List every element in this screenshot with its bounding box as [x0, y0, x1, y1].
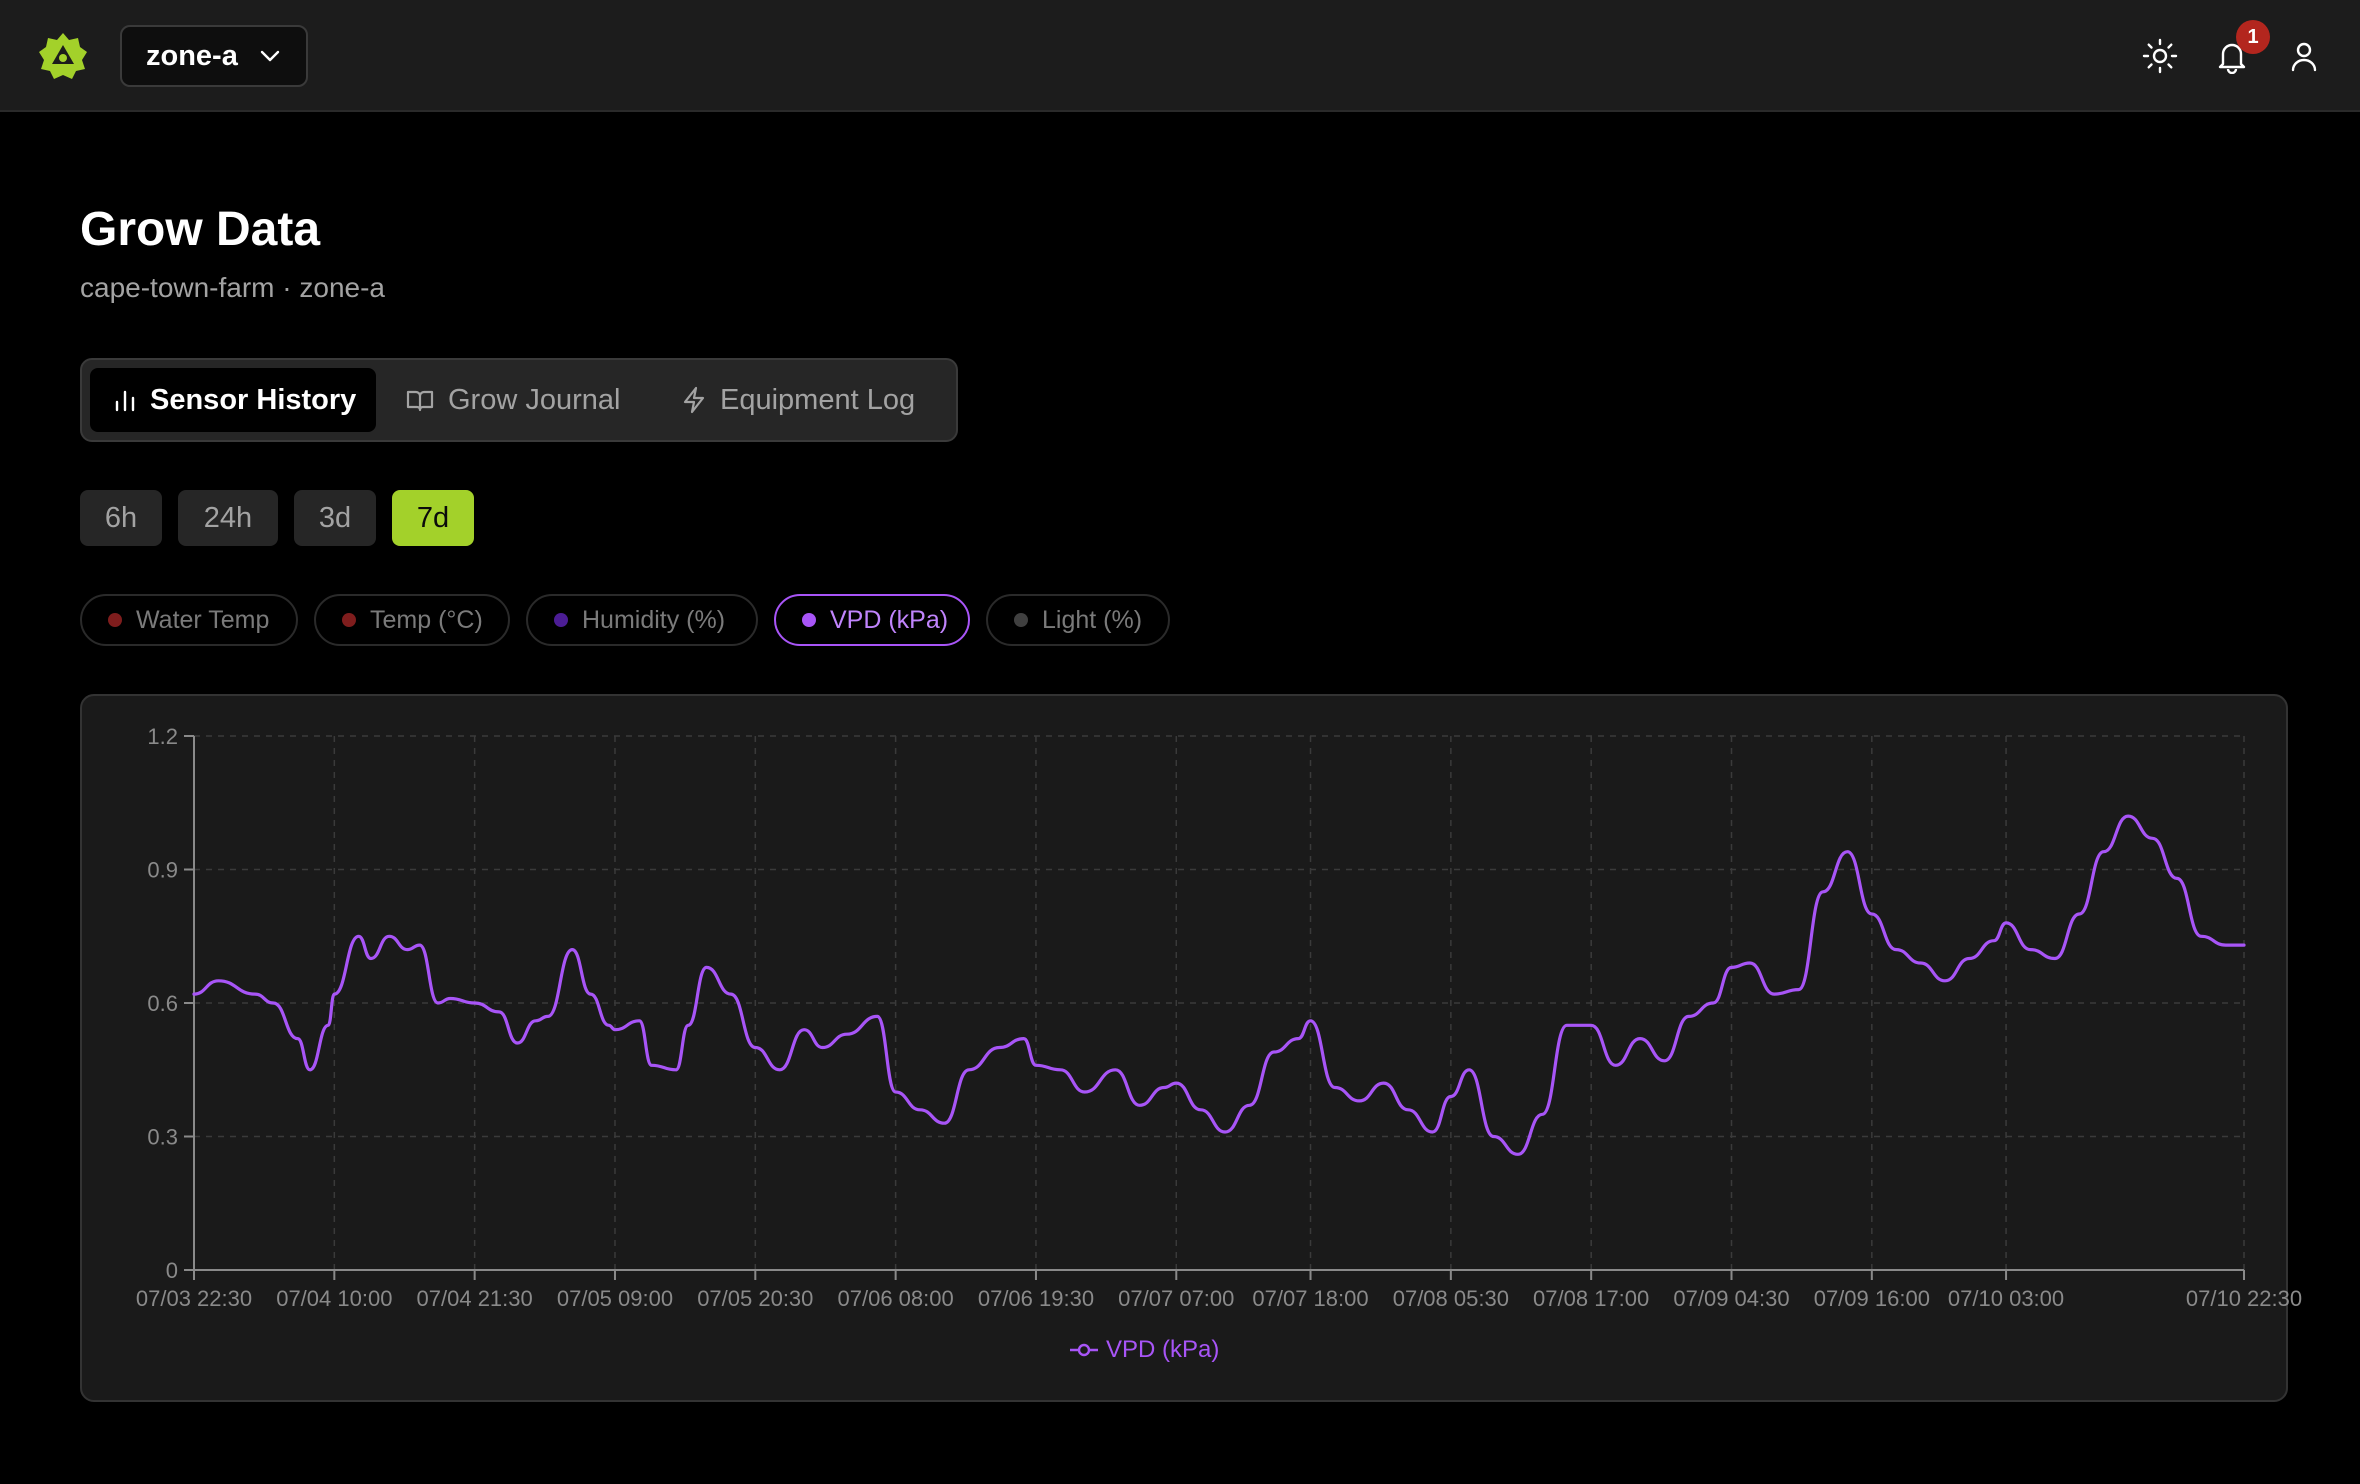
y-tick-label: 0.6	[147, 991, 178, 1016]
x-tick-label: 07/04 21:30	[417, 1286, 533, 1311]
y-tick-label: 1.2	[147, 724, 178, 749]
x-tick-label: 07/06 08:00	[838, 1286, 954, 1311]
y-tick-label: 0.9	[147, 858, 178, 883]
chart-legend[interactable]: VPD (kPa)	[1070, 1334, 1219, 1366]
x-tick-label: 07/05 09:00	[557, 1286, 673, 1311]
x-tick-label: 07/05 20:30	[697, 1286, 813, 1311]
x-tick-label: 07/06 19:30	[978, 1286, 1094, 1311]
x-tick-label: 07/07 07:00	[1118, 1286, 1234, 1311]
y-tick-label: 0.3	[147, 1125, 178, 1150]
legend-label: VPD (kPa)	[1106, 1336, 1220, 1363]
x-tick-label: 07/03 22:30	[136, 1286, 252, 1311]
x-tick-label: 07/10 22:30	[2186, 1286, 2302, 1311]
series-line-vpd	[192, 814, 2246, 1156]
y-tick-label: 0	[166, 1258, 178, 1283]
x-tick-label: 07/09 16:00	[1814, 1286, 1930, 1311]
x-tick-label: 07/09 04:30	[1673, 1286, 1789, 1311]
x-tick-label: 07/07 18:00	[1252, 1286, 1368, 1311]
x-tick-label: 07/10 03:00	[1948, 1286, 2064, 1311]
x-tick-label: 07/08 17:00	[1533, 1286, 1649, 1311]
x-tick-label: 07/08 05:30	[1393, 1286, 1509, 1311]
legend-line-icon	[1070, 1343, 1098, 1357]
vpd-line-chart: 0 0.3 0.6 0.9 1.2 07/03 22:30 07/04 10:00 07/04…	[136, 724, 2302, 1311]
x-tick-label: 07/04 10:00	[276, 1286, 392, 1311]
